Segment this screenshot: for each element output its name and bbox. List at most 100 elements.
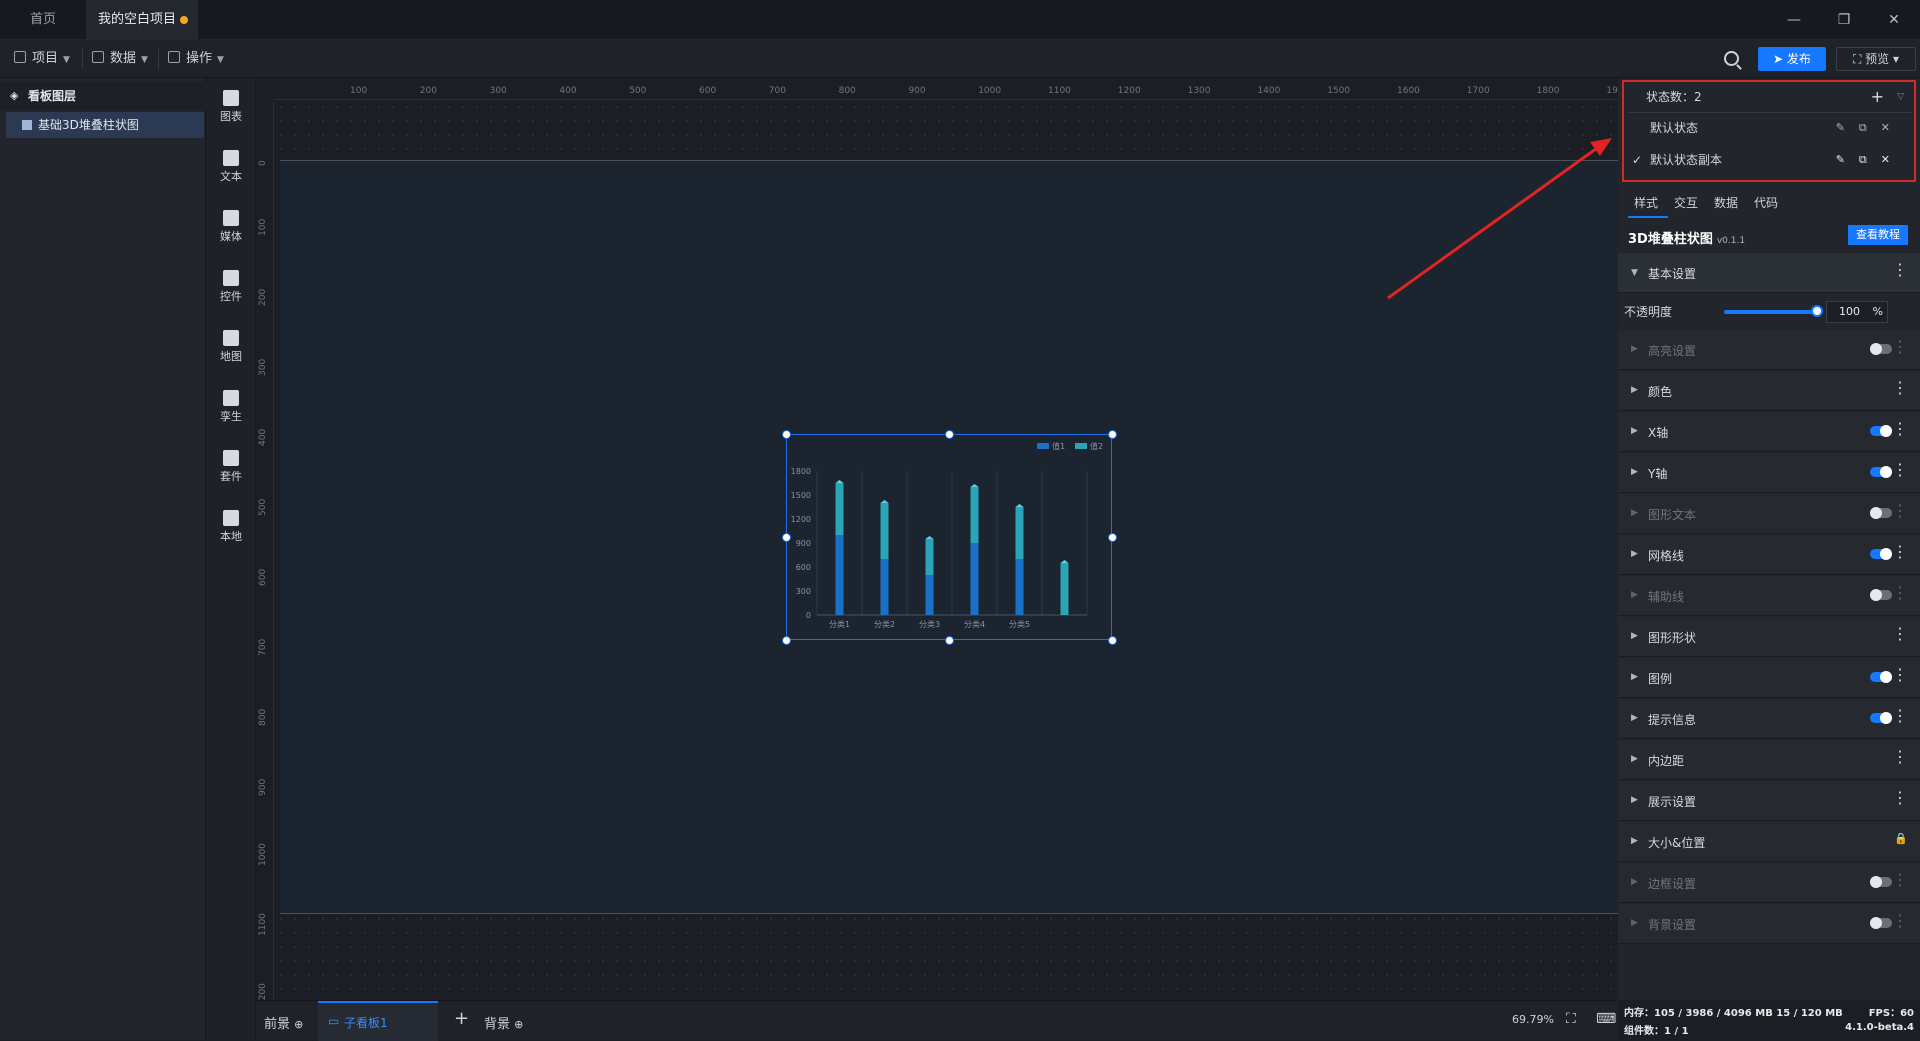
resize-handle[interactable] [782,533,791,542]
preview-button[interactable]: ⛶ 预览 ▾ [1836,47,1916,71]
restore-icon[interactable]: ❐ [1834,10,1854,30]
section-item[interactable]: ▶ 展示设置 ⋮ [1618,781,1920,821]
section-toggle[interactable] [1870,466,1892,478]
section-item[interactable]: ▶ 内边距 ⋮ [1618,740,1920,780]
state-item[interactable]: ✓ 默认状态副本 ✎⧉✕ [1624,145,1914,175]
section-toggle[interactable] [1870,589,1892,601]
more-icon[interactable]: ⋮ [1892,380,1908,396]
tutorial-button[interactable]: 查看教程 [1848,225,1908,245]
iconbar-local-label: 本地 [220,530,242,543]
section-toggle[interactable] [1870,425,1892,437]
tab-background-label: 背景 [484,1017,511,1032]
section-toggle[interactable] [1870,343,1892,355]
menu-project[interactable]: 项目 ▼ [14,49,70,69]
more-icon[interactable]: ⋮ [1892,544,1908,560]
ruler-tick-label: 900 [258,778,268,796]
tab-style[interactable]: 样式 [1634,194,1658,211]
chevron-down-icon[interactable]: ▽ [1897,82,1904,112]
ruler-left[interactable]: 0 100 200 300 400 500 600 700 800 900 1000 1100 1200 [256,100,274,1006]
iconbar-map[interactable]: 地图 [206,330,256,364]
add-state-icon[interactable]: + [1871,82,1884,112]
more-icon[interactable]: ⋮ [1892,339,1908,355]
zoom-level[interactable]: 69.79% [1512,1013,1554,1026]
iconbar-local[interactable]: 本地 [206,510,256,544]
iconbar-media[interactable]: 媒体 [206,210,256,244]
resize-handle[interactable] [945,430,954,439]
resize-handle[interactable] [1108,636,1117,645]
more-icon[interactable]: ⋮ [1892,913,1908,929]
section-item[interactable]: ▶ 高亮设置 ⋮ [1618,330,1920,370]
layer-item[interactable]: 基础3D堆叠柱状图 [6,112,204,138]
section-label: 图形文本 [1648,508,1697,522]
more-icon[interactable]: ⋮ [1892,749,1908,765]
tab-interaction[interactable]: 交互 [1674,194,1698,211]
opacity-input[interactable]: 100% [1826,301,1888,323]
more-icon[interactable]: ⋮ [1892,262,1908,278]
ruler-top[interactable]: 100 200 300 400 500 600 700 800 900 1000 1100 1200 1… [274,78,1629,100]
more-icon[interactable]: ⋮ [1892,708,1908,724]
close-window-icon[interactable]: ✕ [1884,10,1904,30]
section-toggle[interactable] [1870,917,1892,929]
resize-handle[interactable] [782,430,791,439]
section-item[interactable]: ▶ 图形文本 ⋮ [1618,494,1920,534]
iconbar-twin[interactable]: 孪生 [206,390,256,424]
keyboard-icon[interactable]: ⌨ [1596,1011,1616,1027]
opacity-slider[interactable] [1724,310,1816,314]
more-icon[interactable]: ⋮ [1892,626,1908,642]
section-toggle[interactable] [1870,548,1892,560]
minimize-icon[interactable]: — [1784,10,1804,30]
search-icon[interactable] [1724,51,1739,66]
resize-handle[interactable] [1108,533,1117,542]
section-item[interactable]: ▶ 图形形状 ⋮ [1618,617,1920,657]
more-icon[interactable]: ⋮ [1892,462,1908,478]
section-toggle[interactable] [1870,876,1892,888]
section-item[interactable]: ▶ Y轴 ⋮ [1618,453,1920,493]
section-item[interactable]: ▶ 大小&位置 🔒 [1618,822,1920,862]
resize-handle[interactable] [1108,430,1117,439]
more-icon[interactable]: ⋮ [1892,585,1908,601]
resize-handle[interactable] [782,636,791,645]
section-item[interactable]: ▶ 背景设置 ⋮ [1618,904,1920,944]
section-item[interactable]: ▶ 颜色 ⋮ [1618,371,1920,411]
tab-project[interactable]: 我的空白项目 [86,0,198,40]
state-actions[interactable]: ✎⧉✕ [1836,145,1904,175]
tab-data[interactable]: 数据 [1714,194,1738,211]
section-item[interactable]: ▶ 辅助线 ⋮ [1618,576,1920,616]
menu-operate[interactable]: 操作 ▼ [168,49,224,69]
add-circle-icon[interactable]: ⊕ [514,1018,523,1031]
tab-code[interactable]: 代码 [1754,194,1778,211]
section-toggle[interactable] [1870,712,1892,724]
publish-button[interactable]: ➤ 发布 [1758,47,1826,71]
add-circle-icon[interactable]: ⊕ [294,1018,303,1031]
tab-home[interactable]: 首页 [18,0,86,40]
section-toggle[interactable] [1870,507,1892,519]
add-board-icon[interactable]: + [454,1008,469,1029]
more-icon[interactable]: ⋮ [1892,790,1908,806]
section-item[interactable]: ▶ 图例 ⋮ [1618,658,1920,698]
fit-screen-icon[interactable]: ⛶ [1566,1011,1576,1027]
state-actions[interactable]: ✎⧉✕ [1836,113,1904,143]
tab-background[interactable]: 背景 ⊕ [484,1013,523,1032]
more-icon[interactable]: ⋮ [1892,421,1908,437]
more-icon[interactable]: ⋮ [1892,503,1908,519]
chart-component[interactable]: 0 300 600 900 1200 1500 1800 分类1 分类2 分类3 分类4 分类5 值1 值… [782,430,1117,645]
tab-foreground[interactable]: 前景 ⊕ [264,1013,303,1032]
section-item[interactable]: ▶ 网格线 ⋮ [1618,535,1920,575]
state-item[interactable]: 默认状态 ✎⧉✕ [1624,113,1914,143]
section-item[interactable]: ▶ X轴 ⋮ [1618,412,1920,452]
tab-subboard[interactable]: ▭ 子看板1 [318,1001,438,1041]
opacity-slider-handle[interactable] [1811,305,1823,317]
section-item[interactable]: ▶ 提示信息 ⋮ [1618,699,1920,739]
lock-icon[interactable]: 🔒 [1894,831,1908,847]
more-icon[interactable]: ⋮ [1892,667,1908,683]
section-basic[interactable]: ▼ 基本设置 ⋮ [1618,253,1920,293]
section-toggle[interactable] [1870,671,1892,683]
resize-handle[interactable] [945,636,954,645]
iconbar-chart[interactable]: 图表 [206,90,256,124]
section-item[interactable]: ▶ 边框设置 ⋮ [1618,863,1920,903]
iconbar-control[interactable]: 控件 [206,270,256,304]
iconbar-text[interactable]: 文本 [206,150,256,184]
iconbar-kit[interactable]: 套件 [206,450,256,484]
more-icon[interactable]: ⋮ [1892,872,1908,888]
menu-data[interactable]: 数据 ▼ [92,49,148,69]
